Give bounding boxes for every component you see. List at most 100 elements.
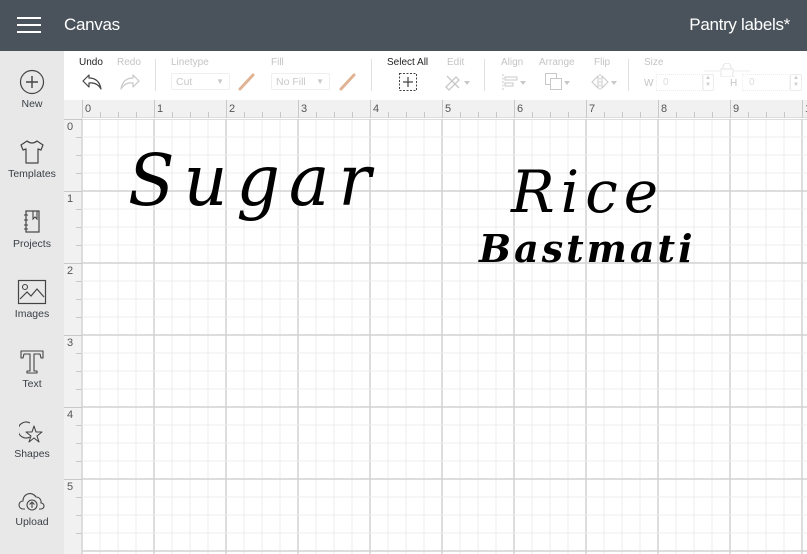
align-label: Align [501, 57, 524, 68]
sidebar-item-projects[interactable]: Projects [0, 209, 64, 273]
ruler-top-number: 7 [589, 103, 596, 115]
design-canvas[interactable]: 0 1 2 3 4 5 6 7 8 9 1 0 1 2 3 4 5 Sugar Rice Bastmati [64, 100, 807, 554]
sidebar-label: Images [14, 308, 50, 320]
ruler-minor-tick [316, 112, 317, 118]
sidebar-label: Text [22, 378, 42, 390]
select-all-label: Select All [387, 57, 429, 68]
image-icon [17, 279, 47, 305]
sidebar-label: Templates [8, 168, 56, 180]
dropdown-arrow-icon: ▼ [316, 77, 324, 86]
edit-label: Edit [447, 57, 465, 68]
sidebar-item-new[interactable]: New [0, 69, 64, 133]
fill-label: Fill [271, 57, 284, 68]
ruler-minor-tick [76, 317, 82, 318]
app-title: Canvas [64, 15, 120, 34]
ruler-major-tick [64, 335, 82, 336]
ruler-major-tick [370, 100, 371, 118]
ruler-minor-tick [676, 112, 677, 118]
ruler-minor-tick [568, 112, 569, 118]
redo-label: Redo [117, 57, 141, 68]
sidebar-label: New [21, 98, 43, 110]
ruler-minor-tick [262, 112, 263, 118]
notebook-icon [24, 210, 40, 233]
height-input[interactable]: 0 [742, 74, 790, 91]
ruler-minor-tick [76, 281, 82, 282]
sidebar-item-text[interactable]: Text [0, 349, 64, 413]
ruler-top-number: 0 [85, 103, 92, 115]
ruler-top-number: 5 [445, 103, 452, 115]
ruler-major-tick [802, 100, 803, 118]
ruler-left-number: 1 [67, 193, 74, 205]
hamburger-menu-icon[interactable] [17, 17, 41, 35]
ruler-minor-tick [604, 112, 605, 118]
flip-label: Flip [594, 57, 611, 68]
ruler-major-tick [64, 479, 82, 480]
select-all-icon [399, 73, 417, 91]
ruler-minor-tick [76, 425, 82, 426]
sidebar-item-templates[interactable]: Templates [0, 139, 64, 203]
ruler-top: 01234567891 [64, 100, 807, 118]
ruler-left-number: 3 [67, 337, 74, 349]
ruler-minor-tick [118, 112, 119, 118]
fill-value: No Fill [276, 76, 306, 88]
redo-icon [120, 74, 140, 90]
ruler-major-tick [514, 100, 515, 118]
document-title[interactable]: Pantry labels* [689, 15, 790, 35]
ruler-minor-tick [352, 112, 353, 118]
ruler-minor-tick [496, 112, 497, 118]
toolbar-divider [371, 59, 372, 91]
ruler-minor-tick [172, 112, 173, 118]
tshirt-icon [20, 140, 44, 164]
ruler-major-tick [658, 100, 659, 118]
linetype-color-pen-icon[interactable] [237, 73, 255, 91]
text-object-sugar[interactable]: Sugar [128, 140, 380, 223]
undo-icon [82, 74, 102, 90]
undo-label: Undo [79, 57, 103, 68]
ruler-minor-tick [76, 173, 82, 174]
ruler-minor-tick [478, 112, 479, 118]
width-input[interactable]: 0 [656, 74, 704, 91]
plus-circle-icon [19, 69, 45, 95]
text-t-icon [20, 350, 44, 374]
toolbar: Undo Redo Linetype Cut ▼ Fill No Fill ▼ … [64, 51, 807, 100]
ruler-top-number: 6 [517, 103, 524, 115]
toolbar-divider [484, 59, 485, 91]
edit-pencil-ruler-icon [445, 75, 470, 91]
sidebar-label: Projects [13, 238, 51, 250]
linetype-select[interactable]: Cut ▼ [171, 73, 230, 90]
ruler-corner [64, 100, 82, 118]
fill-color-pen-icon[interactable] [338, 73, 356, 91]
dropdown-arrow-icon: ▼ [216, 77, 224, 86]
width-stepper[interactable]: ▲ ▼ [702, 74, 714, 91]
sidebar-item-shapes[interactable]: Shapes [0, 419, 64, 483]
ruler-minor-tick [244, 112, 245, 118]
ruler-left-number: 2 [67, 265, 74, 277]
fill-select[interactable]: No Fill ▼ [271, 73, 330, 90]
sidebar-label: Upload [15, 516, 49, 528]
ruler-minor-tick [208, 112, 209, 118]
ruler-top-number: 3 [301, 103, 308, 115]
height-stepper[interactable]: ▲ ▼ [790, 74, 802, 91]
sidebar-item-images[interactable]: Images [0, 279, 64, 343]
ruler-minor-tick [76, 461, 82, 462]
text-object-rice[interactable]: Rice [511, 158, 664, 226]
ruler-minor-tick [76, 533, 82, 534]
ruler-left-number: 0 [67, 121, 74, 133]
arrange-icon [545, 73, 570, 90]
ruler-top-number: 2 [229, 103, 236, 115]
ruler-major-tick [730, 100, 731, 118]
ruler-minor-tick [76, 137, 82, 138]
ruler-minor-tick [100, 112, 101, 118]
ruler-minor-tick [76, 209, 82, 210]
ruler-minor-tick [190, 112, 191, 118]
ruler-minor-tick [550, 112, 551, 118]
sidebar: New Templates Projects Images Text Shape… [0, 51, 64, 554]
ruler-minor-tick [76, 245, 82, 246]
ruler-top-number: 1 [157, 103, 164, 115]
ruler-minor-tick [76, 515, 82, 516]
ruler-minor-tick [748, 112, 749, 118]
ruler-major-tick [64, 263, 82, 264]
ruler-major-tick [226, 100, 227, 118]
text-object-bastmati[interactable]: Bastmati [479, 226, 696, 271]
sidebar-item-upload[interactable]: Upload [0, 489, 64, 553]
